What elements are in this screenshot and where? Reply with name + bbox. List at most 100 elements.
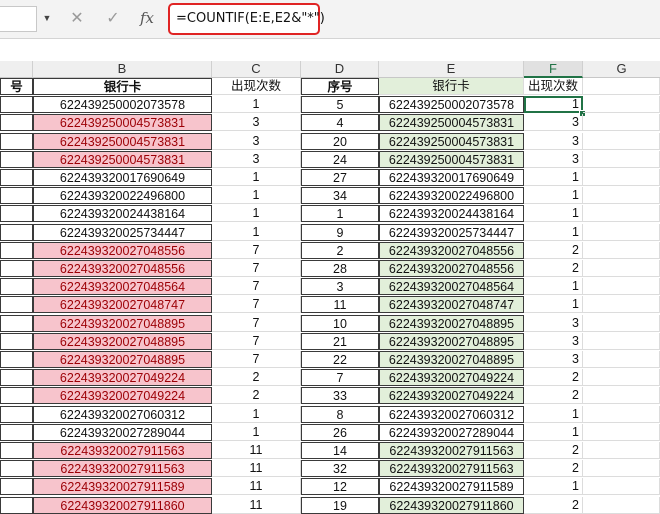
cell-seq-right[interactable]: 27 [301, 169, 379, 186]
cell-bank-card-left[interactable]: 622439320027048564 [33, 278, 212, 296]
cell-seq-right[interactable]: 21 [301, 332, 379, 350]
cell-bank-card-right[interactable]: 622439320027048564 [379, 278, 524, 296]
cell-bank-card-right[interactable]: 622439320027289044 [379, 423, 524, 441]
cell-bank-card-left[interactable]: 622439320027048895 [33, 314, 212, 332]
cell-bank-card-left[interactable]: 622439320027911563 [33, 460, 212, 478]
cell-bank-card-left[interactable]: 622439320017690649 [33, 169, 212, 186]
cell-seq-right[interactable]: 8 [301, 405, 379, 423]
cell-count-left[interactable]: 1 [212, 423, 301, 441]
cell-seq-left[interactable] [0, 205, 33, 223]
cell-empty[interactable] [583, 496, 660, 514]
cell-count-right[interactable]: 1 [524, 278, 583, 296]
cell-empty[interactable] [583, 241, 660, 259]
cell-bank-card-right[interactable]: 622439320017690649 [379, 169, 524, 186]
cell-seq-left[interactable] [0, 387, 33, 405]
cell-empty[interactable] [583, 96, 660, 114]
cell-seq-right[interactable]: 28 [301, 260, 379, 277]
cell-seq-right[interactable]: 24 [301, 150, 379, 168]
column-header-b[interactable]: B [33, 61, 212, 78]
cell-count-left[interactable]: 11 [212, 496, 301, 514]
cell-count-left[interactable]: 7 [212, 278, 301, 296]
cell-empty[interactable] [583, 351, 660, 368]
cell-header-count-right[interactable]: 出现次数 [524, 78, 583, 95]
name-box-dropdown-icon[interactable]: ▼ [40, 6, 54, 30]
cell-bank-card-left[interactable]: 622439250004573831 [33, 150, 212, 168]
cell-empty[interactable] [583, 387, 660, 405]
cell-bank-card-left[interactable]: 622439320027060312 [33, 405, 212, 423]
cell-seq-right[interactable]: 10 [301, 314, 379, 332]
cell-empty[interactable] [583, 169, 660, 186]
cell-count-right[interactable]: 1 [524, 296, 583, 314]
cell-seq-right[interactable]: 5 [301, 96, 379, 114]
selected-cell-f2[interactable]: 1 [524, 96, 583, 114]
cell-bank-card-left[interactable]: 622439320027048556 [33, 260, 212, 277]
cell-count-left[interactable]: 2 [212, 369, 301, 387]
cell-empty[interactable] [583, 332, 660, 350]
cell-header-seq-left[interactable]: 号 [0, 78, 33, 95]
column-header-f[interactable]: F [524, 61, 583, 78]
cancel-icon[interactable]: ✕ [64, 6, 90, 30]
cell-empty[interactable] [583, 442, 660, 459]
cell-count-left[interactable]: 7 [212, 241, 301, 259]
cell-bank-card-right[interactable]: 622439320027911563 [379, 460, 524, 478]
cell-count-right[interactable]: 2 [524, 442, 583, 459]
cell-empty[interactable] [583, 223, 660, 241]
cell-empty[interactable] [583, 187, 660, 205]
cell-seq-left[interactable] [0, 332, 33, 350]
cell-count-left[interactable]: 7 [212, 314, 301, 332]
cell-bank-card-right[interactable]: 622439250004573831 [379, 150, 524, 168]
cell-seq-right[interactable]: 14 [301, 442, 379, 459]
cell-seq-left[interactable] [0, 278, 33, 296]
cell-seq-right[interactable]: 3 [301, 278, 379, 296]
cell-bank-card-left[interactable]: 622439250004573831 [33, 132, 212, 150]
cell-count-right[interactable]: 2 [524, 460, 583, 478]
cell-seq-left[interactable] [0, 442, 33, 459]
cell-count-right[interactable]: 3 [524, 351, 583, 368]
cell-bank-card-left[interactable]: 622439320024438164 [33, 205, 212, 223]
cell-bank-card-right[interactable]: 622439320027049224 [379, 387, 524, 405]
cell-count-left[interactable]: 3 [212, 132, 301, 150]
cell-empty[interactable] [583, 478, 660, 496]
cell-bank-card-left[interactable]: 622439320027911563 [33, 442, 212, 459]
cell-count-left[interactable]: 1 [212, 223, 301, 241]
cell-seq-right[interactable]: 12 [301, 478, 379, 496]
cell-count-left[interactable]: 11 [212, 478, 301, 496]
cell-seq-left[interactable] [0, 296, 33, 314]
cell-bank-card-right[interactable]: 622439250002073578 [379, 96, 524, 114]
cell-bank-card-right[interactable]: 622439320027048556 [379, 241, 524, 259]
cell-bank-card-left[interactable]: 622439320027049224 [33, 369, 212, 387]
cell-seq-left[interactable] [0, 369, 33, 387]
cell-empty[interactable] [583, 423, 660, 441]
cell-count-right[interactable]: 1 [524, 478, 583, 496]
cell-empty[interactable] [583, 296, 660, 314]
cell-bank-card-left[interactable]: 622439320022496800 [33, 187, 212, 205]
cell-bank-card-right[interactable]: 622439320027049224 [379, 369, 524, 387]
cell-seq-right[interactable]: 33 [301, 387, 379, 405]
cell-bank-card-right[interactable]: 622439320024438164 [379, 205, 524, 223]
cell-bank-card-right[interactable]: 622439320025734447 [379, 223, 524, 241]
cell-seq-right[interactable]: 2 [301, 241, 379, 259]
cell-bank-card-left[interactable]: 622439320027911860 [33, 496, 212, 514]
cell-count-right[interactable]: 2 [524, 496, 583, 514]
cell-count-right[interactable]: 2 [524, 369, 583, 387]
cell-empty[interactable] [583, 150, 660, 168]
cell-count-left[interactable]: 1 [212, 205, 301, 223]
cell-bank-card-left[interactable]: 622439250002073578 [33, 96, 212, 114]
enter-icon[interactable]: ✓ [100, 6, 126, 30]
cell-empty[interactable] [583, 132, 660, 150]
column-header-d[interactable]: D [301, 61, 379, 78]
cell-empty[interactable] [583, 369, 660, 387]
cell-bank-card-left[interactable]: 622439320025734447 [33, 223, 212, 241]
cell-seq-left[interactable] [0, 223, 33, 241]
cell-bank-card-right[interactable]: 622439320027048895 [379, 314, 524, 332]
column-header-e[interactable]: E [379, 61, 524, 78]
cell-seq-left[interactable] [0, 314, 33, 332]
cell-count-left[interactable]: 3 [212, 114, 301, 132]
cell-bank-card-right[interactable]: 622439320027911860 [379, 496, 524, 514]
cell-bank-card-right[interactable]: 622439320027048556 [379, 260, 524, 277]
cell-seq-right[interactable]: 1 [301, 205, 379, 223]
cell-count-left[interactable]: 7 [212, 260, 301, 277]
cell-seq-left[interactable] [0, 150, 33, 168]
spreadsheet-grid[interactable]: 号银行卡 出现次数 序号 银行卡 出现次数 622439250002073578 1 6224… [0, 78, 660, 514]
cell-seq-right[interactable]: 19 [301, 496, 379, 514]
